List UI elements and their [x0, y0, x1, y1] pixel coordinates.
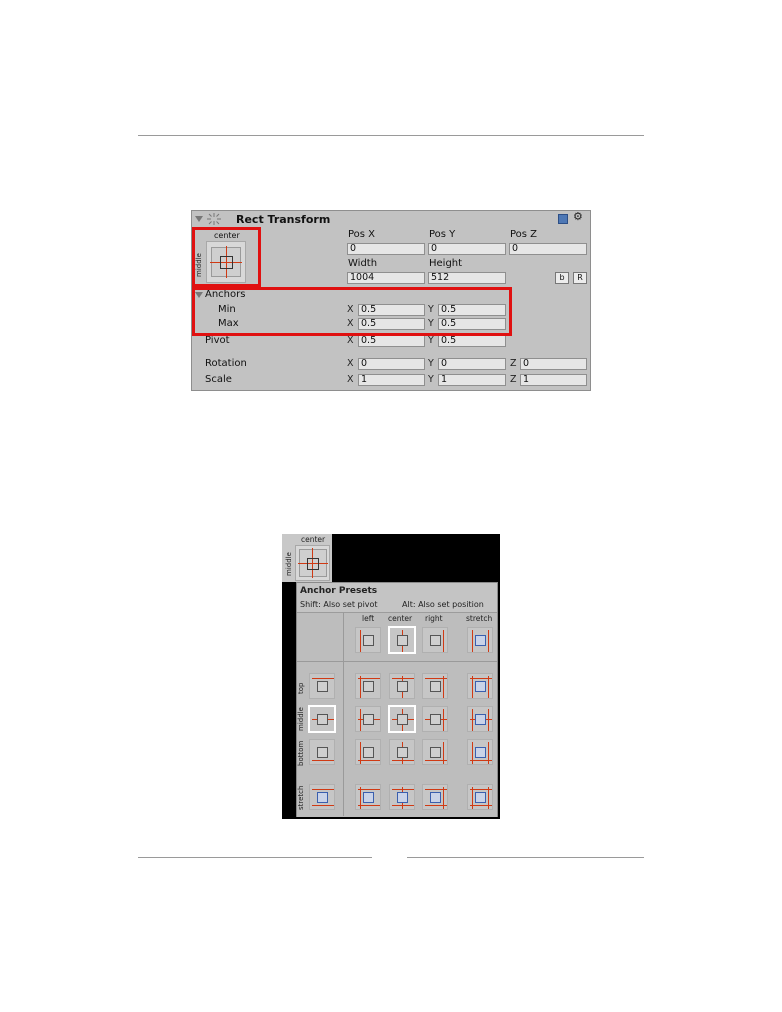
anchors-foldout-icon[interactable]	[195, 292, 203, 298]
rotation-z-axis: Z	[510, 358, 517, 369]
anchor-widget-vertical-label: middle	[195, 253, 203, 277]
anchors-max-y-field[interactable]: 0.5	[438, 318, 506, 330]
preset-none-center[interactable]	[389, 627, 415, 653]
pivot-label: Pivot	[205, 335, 230, 346]
pivot-y-axis: Y	[428, 335, 434, 346]
pivot-y-field[interactable]: 0.5	[438, 335, 506, 347]
preset-bottom-none[interactable]	[309, 739, 335, 765]
scale-y-axis: Y	[428, 374, 434, 385]
height-label: Height	[429, 258, 463, 269]
preset-middle-left[interactable]	[355, 706, 381, 732]
preset-middle-none[interactable]	[309, 706, 335, 732]
preset-stretch-stretch[interactable]	[467, 784, 493, 810]
scale-z-axis: Z	[510, 374, 517, 385]
anchors-label: Anchors	[205, 289, 246, 300]
anchors-max-label: Max	[218, 318, 239, 329]
height-field[interactable]: 512	[428, 272, 506, 284]
column-header-center: center	[388, 614, 413, 623]
presets-hint-alt: Alt: Also set position	[402, 600, 484, 609]
presets-widget-horizontal-label: center	[301, 535, 326, 544]
scale-x-field[interactable]: 1	[358, 374, 425, 386]
rotation-label: Rotation	[205, 358, 247, 369]
preset-top-left[interactable]	[355, 673, 381, 699]
anchors-max-x-axis: X	[347, 318, 354, 329]
rect-transform-panel: Rect Transform ⚙ center middle Pos X Pos…	[191, 210, 591, 391]
anchors-min-x-field[interactable]: 0.5	[358, 304, 425, 316]
column-header-stretch: stretch	[466, 614, 493, 623]
row-label-bottom: bottom	[297, 740, 305, 766]
help-book-icon[interactable]	[558, 214, 568, 224]
preset-middle-stretch[interactable]	[467, 706, 493, 732]
pos-x-field[interactable]: 0	[347, 243, 425, 255]
anchor-preview-rect	[220, 256, 233, 269]
blueprint-mode-button[interactable]: b	[555, 272, 569, 284]
presets-anchor-button[interactable]	[295, 545, 330, 581]
width-label: Width	[348, 258, 378, 269]
anchors-max-y-axis: Y	[428, 318, 434, 329]
column-header-left: left	[362, 614, 375, 623]
bottom-rule-right	[407, 857, 644, 858]
anchors-min-label: Min	[218, 304, 236, 315]
pos-y-label: Pos Y	[429, 229, 456, 240]
presets-grid-divider-v	[343, 612, 344, 816]
row-label-stretch: stretch	[297, 785, 305, 810]
scale-y-field[interactable]: 1	[438, 374, 506, 386]
rotation-x-axis: X	[347, 358, 354, 369]
bottom-rule-left	[138, 857, 372, 858]
rect-transform-icon	[207, 213, 221, 225]
raw-edit-button[interactable]: R	[573, 272, 587, 284]
presets-grid-divider-h	[297, 661, 497, 662]
row-label-middle: middle	[297, 707, 305, 731]
component-title: Rect Transform	[236, 213, 331, 226]
rotation-x-field[interactable]: 0	[358, 358, 425, 370]
anchor-presets-popup: center middle Anchor Presets Shift: Also…	[282, 534, 500, 819]
rotation-y-field[interactable]: 0	[438, 358, 506, 370]
preset-stretch-right[interactable]	[422, 784, 448, 810]
rotation-y-axis: Y	[428, 358, 434, 369]
scale-x-axis: X	[347, 374, 354, 385]
anchors-min-y-axis: Y	[428, 304, 434, 315]
anchors-min-y-field[interactable]: 0.5	[438, 304, 506, 316]
settings-gear-icon[interactable]: ⚙	[573, 211, 583, 223]
preset-middle-center[interactable]	[389, 706, 415, 732]
preset-bottom-stretch[interactable]	[467, 739, 493, 765]
preset-top-stretch[interactable]	[467, 673, 493, 699]
preset-none-right[interactable]	[422, 627, 448, 653]
component-foldout-icon[interactable]	[195, 216, 203, 222]
preset-stretch-left[interactable]	[355, 784, 381, 810]
pivot-x-axis: X	[347, 335, 354, 346]
presets-preview-rect	[307, 558, 319, 570]
column-header-right: right	[425, 614, 443, 623]
pos-z-field[interactable]: 0	[509, 243, 587, 255]
scale-z-field[interactable]: 1	[520, 374, 587, 386]
preset-bottom-left[interactable]	[355, 739, 381, 765]
anchor-preset-button[interactable]	[206, 241, 246, 283]
pos-x-label: Pos X	[348, 229, 376, 240]
preset-none-left[interactable]	[355, 627, 381, 653]
preset-top-none[interactable]	[309, 673, 335, 699]
preset-middle-right[interactable]	[422, 706, 448, 732]
top-rule	[138, 135, 644, 136]
preset-top-center[interactable]	[389, 673, 415, 699]
anchors-min-x-axis: X	[347, 304, 354, 315]
rotation-z-field[interactable]: 0	[520, 358, 587, 370]
pos-y-field[interactable]: 0	[428, 243, 506, 255]
preset-none-stretch[interactable]	[467, 627, 493, 653]
presets-hint-shift: Shift: Also set pivot	[300, 600, 378, 609]
scale-label: Scale	[205, 374, 232, 385]
width-field[interactable]: 1004	[347, 272, 425, 284]
anchors-max-x-field[interactable]: 0.5	[358, 318, 425, 330]
preset-stretch-center[interactable]	[389, 784, 415, 810]
preset-stretch-none[interactable]	[309, 784, 335, 810]
pivot-x-field[interactable]: 0.5	[358, 335, 425, 347]
presets-widget-vertical-label: middle	[285, 552, 293, 576]
preset-top-right[interactable]	[422, 673, 448, 699]
preset-bottom-center[interactable]	[389, 739, 415, 765]
presets-title: Anchor Presets	[300, 586, 378, 596]
pos-z-label: Pos Z	[510, 229, 538, 240]
preset-bottom-right[interactable]	[422, 739, 448, 765]
row-label-top: top	[297, 682, 305, 694]
